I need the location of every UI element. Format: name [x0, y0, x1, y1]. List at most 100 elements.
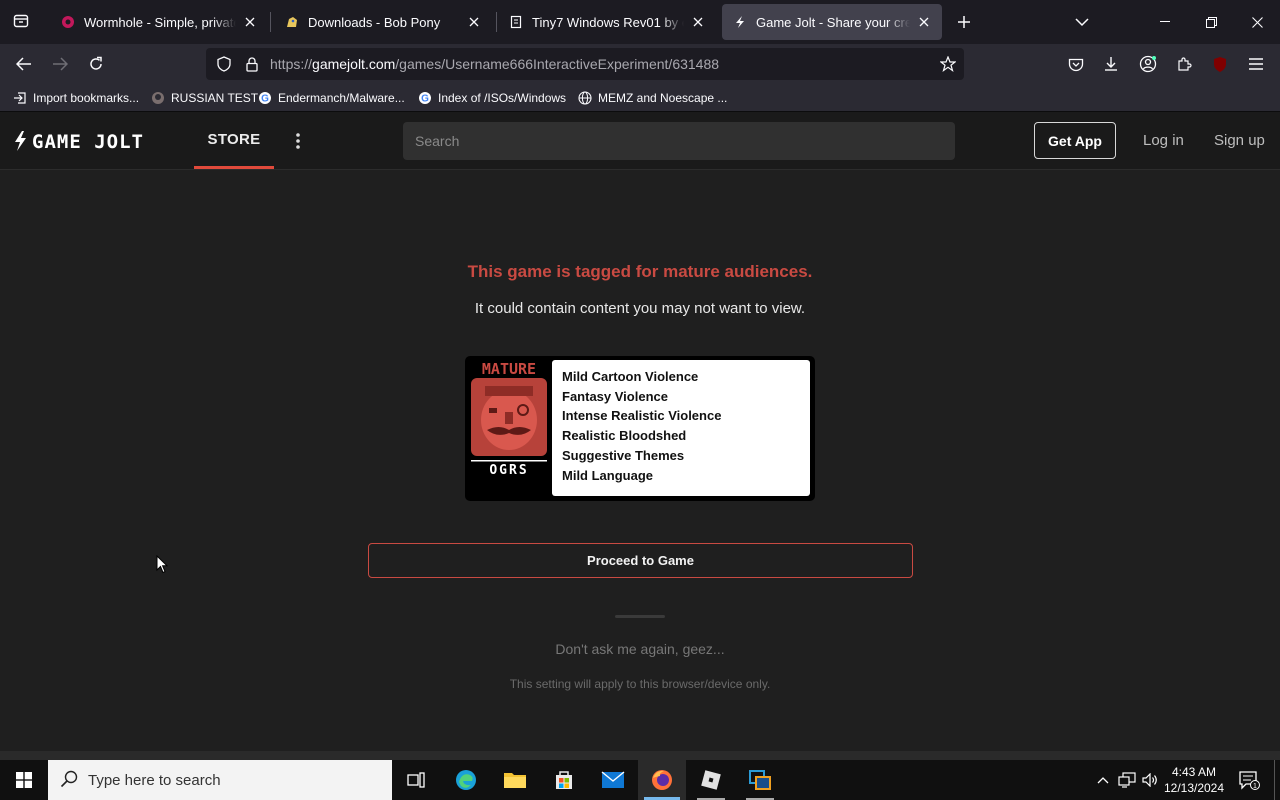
edge-browser-icon[interactable]	[442, 760, 490, 800]
network-icon[interactable]	[1116, 760, 1138, 800]
show-desktop-button[interactable]	[1274, 760, 1280, 800]
close-tab-icon[interactable]	[916, 14, 932, 30]
bookmark-label: MEMZ and Noescape ...	[598, 91, 728, 105]
windows-taskbar: Type here to search 4:43 AM 12/13/2024 1	[0, 760, 1280, 800]
microsoft-store-icon[interactable]	[540, 760, 588, 800]
account-icon[interactable]	[1134, 50, 1162, 78]
page-bottom-strip	[0, 751, 1280, 760]
tab-wormhole[interactable]: Wormhole - Simple, private file	[50, 4, 268, 40]
globe-icon	[577, 90, 593, 106]
notification-center-icon[interactable]: 1	[1234, 760, 1264, 800]
svg-text:G: G	[421, 94, 429, 105]
url-text: https://gamejolt.com/games/Username666In…	[270, 56, 719, 72]
taskbar-search-box[interactable]: Type here to search	[48, 760, 392, 800]
content-descriptor: Suggestive Themes	[562, 447, 685, 463]
show-hidden-icons-chevron-up-icon[interactable]	[1094, 760, 1112, 800]
close-tab-icon[interactable]	[690, 14, 706, 30]
notification-count: 1	[1253, 783, 1257, 790]
content-rating-card: MATURE OGRS Mild Cartoon Violence Fantas…	[465, 356, 815, 501]
mouse-cursor-icon	[156, 555, 168, 574]
clock-time: 4:43 AM	[1171, 765, 1217, 779]
more-options-kebab-icon[interactable]	[288, 130, 308, 152]
sign-up-link[interactable]: Sign up	[1214, 132, 1265, 149]
windows-start-icon[interactable]	[0, 760, 48, 800]
bookmark-label: RUSSIAN TEST	[171, 91, 259, 105]
file-explorer-icon[interactable]	[491, 760, 539, 800]
clock-date: 12/13/2024	[1163, 781, 1225, 795]
firefox-view-icon[interactable]	[8, 8, 34, 34]
bookmark-memz[interactable]: MEMZ and Noescape ...	[577, 89, 727, 107]
tab-tiny7[interactable]: Tiny7 Windows Rev01 by eXPeri	[498, 4, 716, 40]
import-icon	[12, 90, 28, 106]
tracking-protection-shield-icon[interactable]	[210, 50, 238, 78]
mature-warning-subheading: It could contain content you may not wan…	[474, 300, 806, 317]
new-tab-icon[interactable]	[950, 8, 978, 36]
extensions-puzzle-icon[interactable]	[1170, 50, 1198, 78]
tab-title: Game Jolt - Share your creation	[756, 14, 910, 30]
setting-scope-note: This setting will apply to this browser/…	[509, 677, 771, 691]
close-window-icon[interactable]	[1234, 0, 1280, 44]
reload-icon[interactable]	[82, 50, 110, 78]
back-arrow-icon[interactable]	[10, 50, 38, 78]
bookmark-index-isos[interactable]: G Index of /ISOs/Windows	[417, 89, 566, 107]
log-in-link[interactable]: Log in	[1143, 132, 1184, 149]
tab-separator	[270, 12, 271, 32]
bookmark-import[interactable]: Import bookmarks...	[12, 89, 139, 107]
mature-content-gate: This game is tagged for mature audiences…	[0, 171, 1280, 751]
game-jolt-logo[interactable]: GAME JOLT	[14, 130, 180, 152]
site-search-input[interactable]	[403, 122, 955, 160]
bookmark-russian-test[interactable]: RUSSIAN TEST	[150, 89, 258, 107]
ublock-origin-extension-icon[interactable]	[1206, 50, 1234, 78]
bookmark-label: Import bookmarks...	[33, 91, 140, 105]
minimize-icon[interactable]	[1142, 0, 1188, 44]
bookmarks-toolbar: Import bookmarks... RUSSIAN TEST G Ender…	[0, 84, 1280, 112]
get-app-button[interactable]: Get App	[1034, 122, 1116, 159]
list-all-tabs-chevron-down-icon[interactable]	[1068, 8, 1096, 36]
close-tab-icon[interactable]	[242, 14, 258, 30]
rating-label: MATURE	[482, 360, 536, 378]
section-divider	[615, 615, 665, 618]
dont-ask-again-link[interactable]: Don't ask me again, geez...	[0, 641, 1280, 657]
taskbar-clock[interactable]: 4:43 AM 12/13/2024	[1158, 764, 1230, 796]
google-icon: G	[257, 90, 273, 106]
tab-title: Tiny7 Windows Rev01 by eXPeri	[532, 14, 684, 30]
restore-icon[interactable]	[1188, 0, 1234, 44]
github-icon	[150, 90, 166, 106]
tab-downloads-bob-pony[interactable]: Downloads - Bob Pony	[274, 4, 492, 40]
taskbar-search-placeholder: Type here to search	[88, 771, 221, 789]
ogrs-mature-rating-badge: MATURE OGRS	[469, 358, 549, 498]
address-bar[interactable]: https://gamejolt.com/games/Username666In…	[206, 48, 964, 80]
bookmark-endermanch[interactable]: G Endermanch/Malware...	[257, 89, 405, 107]
virtualbox-icon[interactable]	[736, 760, 784, 800]
url-host: gamejolt.com	[312, 56, 396, 72]
pocket-icon[interactable]	[1062, 50, 1090, 78]
rating-org: OGRS	[489, 463, 528, 478]
task-view-icon[interactable]	[392, 760, 440, 800]
proceed-to-game-button[interactable]: Proceed to Game	[368, 543, 913, 578]
mail-icon[interactable]	[589, 760, 637, 800]
browser-tab-strip: Wormhole - Simple, private file Download…	[0, 0, 1280, 44]
browser-navigation-bar: https://gamejolt.com/games/Username666In…	[0, 44, 1280, 104]
lock-icon[interactable]	[238, 50, 266, 78]
search-icon	[60, 770, 78, 788]
content-descriptors-list: Mild Cartoon Violence Fantasy Violence I…	[552, 360, 810, 496]
document-favicon-icon	[508, 14, 524, 30]
nav-store-tab[interactable]: STORE	[194, 112, 274, 169]
tab-title: Wormhole - Simple, private file	[84, 14, 236, 30]
bookmark-star-icon[interactable]	[934, 50, 962, 78]
hamburger-menu-icon[interactable]	[1242, 50, 1270, 78]
forward-arrow-icon[interactable]	[46, 50, 74, 78]
content-descriptor: Fantasy Violence	[562, 388, 668, 404]
close-tab-icon[interactable]	[466, 14, 482, 30]
downloads-icon[interactable]	[1097, 50, 1125, 78]
firefox-icon[interactable]	[638, 760, 686, 800]
wormhole-favicon-icon	[60, 14, 76, 30]
content-descriptor: Realistic Bloodshed	[562, 428, 687, 444]
tab-title: Downloads - Bob Pony	[308, 14, 441, 30]
tab-game-jolt[interactable]: Game Jolt - Share your creation	[722, 4, 942, 40]
volume-icon[interactable]	[1140, 760, 1160, 800]
url-path: /games/Username666InteractiveExperiment/…	[395, 56, 720, 72]
mustache-face-icon	[481, 386, 537, 450]
content-descriptor: Intense Realistic Violence	[562, 408, 722, 424]
roblox-icon[interactable]	[687, 760, 735, 800]
